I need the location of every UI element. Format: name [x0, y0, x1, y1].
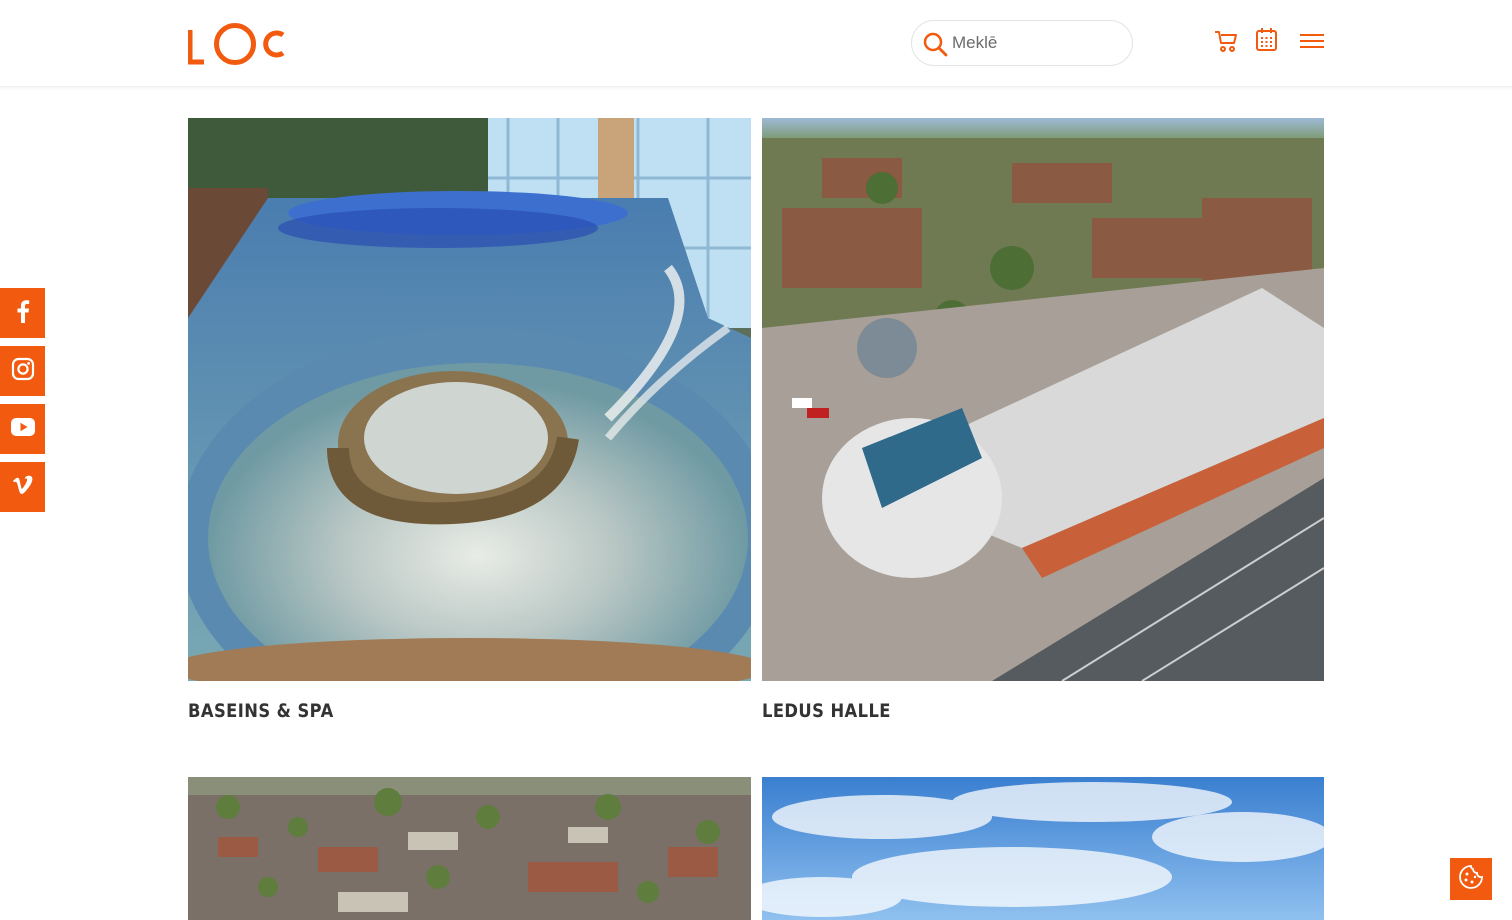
- site-header: [0, 0, 1512, 87]
- cookie-settings-button[interactable]: [1450, 858, 1492, 900]
- vimeo-icon: [12, 475, 34, 500]
- card-title[interactable]: LEDUS HALLE: [762, 700, 891, 722]
- cookie-icon: [1458, 864, 1484, 895]
- instagram-icon: [11, 357, 35, 386]
- facebook-icon: [13, 299, 33, 328]
- search-box[interactable]: [911, 20, 1133, 66]
- pool-image[interactable]: [188, 118, 751, 681]
- city-aerial-image[interactable]: [188, 777, 751, 920]
- calendar-icon[interactable]: [1254, 27, 1280, 53]
- loc-logo[interactable]: [187, 22, 286, 68]
- search-input[interactable]: [952, 31, 1122, 55]
- ice-hall-image[interactable]: [762, 118, 1325, 681]
- cart-icon[interactable]: [1213, 28, 1239, 54]
- menu-icon[interactable]: [1299, 28, 1325, 54]
- youtube-link[interactable]: [0, 404, 45, 454]
- vimeo-link[interactable]: [0, 462, 45, 512]
- instagram-link[interactable]: [0, 346, 45, 396]
- search-icon: [922, 31, 948, 57]
- youtube-icon: [10, 417, 35, 441]
- facebook-link[interactable]: [0, 288, 45, 338]
- card-title[interactable]: BASEINS & SPA: [188, 700, 334, 722]
- sky-image[interactable]: [762, 777, 1324, 920]
